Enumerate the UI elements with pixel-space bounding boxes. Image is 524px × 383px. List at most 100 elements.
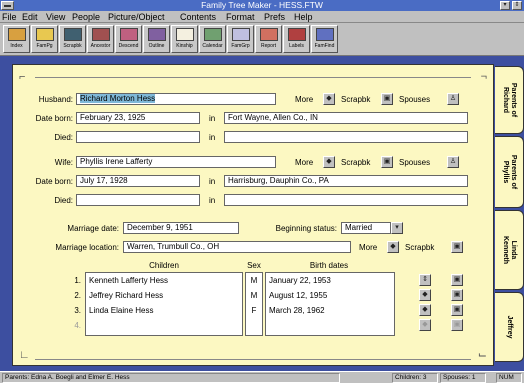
toolbar-index-button[interactable]: Index — [3, 25, 30, 53]
child-sex[interactable]: M — [245, 291, 263, 301]
toolbar-outline-button[interactable]: Outline — [143, 25, 170, 53]
status-bar: Parents: Edna A. Boegli and Elmer E. Hes… — [0, 371, 524, 383]
status-dropdown-button[interactable]: ▾ — [391, 222, 403, 234]
tab-children-kenneth-linda[interactable]: Linda Kenneth — [495, 210, 524, 290]
child-sex[interactable]: F — [245, 306, 263, 316]
toolbar-label: Descend — [118, 43, 139, 49]
wife-date-born-field[interactable]: July 17, 1928 — [76, 175, 200, 187]
marriage-location-field[interactable]: Warren, Trumbull Co., OH — [123, 241, 351, 253]
child-sex[interactable]: M — [245, 276, 263, 286]
wife-name-field[interactable]: Phyllis Irene Lafferty — [76, 156, 276, 168]
husband-name-field[interactable]: Richard Morton Hess — [76, 93, 276, 105]
tab-parents-of-richard[interactable]: Parents of Richard — [495, 66, 524, 134]
minimize-button[interactable]: ▾ — [500, 1, 510, 10]
menu-prefs[interactable]: Prefs — [264, 11, 285, 23]
toolbar-labels-button[interactable]: Labels — [283, 25, 310, 53]
husband-scrapbk-button[interactable]: ▣ — [381, 93, 393, 105]
child-row-number: 3. — [74, 306, 81, 315]
wife-died-in-label: in — [209, 196, 216, 205]
child-more-button[interactable]: ◆ — [419, 289, 431, 301]
wife-died-place-field[interactable] — [224, 194, 468, 206]
corner-ornament-icon: ¬ — [480, 71, 487, 83]
scrapbook-icon: ▣ — [453, 321, 461, 328]
toolbar-report-button[interactable]: Report — [255, 25, 282, 53]
toolbar-label: FamFind — [314, 43, 335, 49]
toolbar-famfind-button[interactable]: FamFind — [311, 25, 338, 53]
toolbar-calendar-button[interactable]: Calendar — [199, 25, 226, 53]
outline-icon — [147, 28, 166, 41]
tab-label: Linda Kenneth — [502, 236, 517, 264]
husband-died-date-field[interactable] — [76, 131, 200, 143]
wife-in-label: in — [209, 177, 216, 186]
child-scrapbk-button[interactable]: ▣ — [451, 304, 463, 316]
husband-birth-place-field[interactable]: Fort Wayne, Allen Co., IN — [224, 112, 468, 124]
husband-birth-place-value: Fort Wayne, Allen Co., IN — [228, 113, 318, 122]
child-more-button[interactable]: ◆ — [419, 304, 431, 316]
child-move-up-button[interactable]: ⇕ — [419, 274, 431, 286]
menu-picture-object[interactable]: Picture/Object — [108, 11, 165, 23]
report-icon — [259, 28, 278, 41]
toolbar-descend-button[interactable]: Descend — [115, 25, 142, 53]
marriage-more-button[interactable]: ◆ — [387, 241, 399, 253]
toolbar-fampg-button[interactable]: FamPg — [31, 25, 58, 53]
restore-button[interactable]: ⇕ — [512, 1, 522, 10]
status-spouses-count: Spouses: 1 — [440, 373, 486, 383]
toolbar-label: Calendar — [202, 43, 223, 49]
child-birth-date[interactable]: January 22, 1953 — [269, 276, 331, 286]
child-scrapbk-button[interactable]: ▣ — [451, 274, 463, 286]
toolbar-label: FamGrp — [231, 43, 250, 49]
toolbar-ancestor-button[interactable]: Ancestor — [87, 25, 114, 53]
menu-format[interactable]: Format — [226, 11, 255, 23]
menu-people[interactable]: People — [72, 11, 100, 23]
marriage-location-label: Marriage location: — [55, 243, 119, 252]
scrapbook-icon: ▣ — [453, 243, 461, 250]
toolbar-label: Labels — [289, 43, 304, 49]
ancestor-tree-icon — [91, 28, 110, 41]
window-title: Family Tree Maker - HESS.FTW — [201, 0, 323, 10]
wife-birth-place-field[interactable]: Harrisburg, Dauphin Co., PA — [224, 175, 468, 187]
toolbar-kinship-button[interactable]: Kinship — [171, 25, 198, 53]
status-parents: Parents: Edna A. Boegli and Elmer E. Hes… — [2, 373, 340, 383]
wife-died-label: Died: — [54, 196, 73, 205]
scrapbook-icon: ▣ — [383, 95, 391, 102]
husband-more-button[interactable]: ◆ — [323, 93, 335, 105]
toolbar-label: Report — [260, 43, 276, 49]
tab-parents-of-phyllis[interactable]: Parents of Phyllis — [495, 136, 524, 208]
wife-scrapbk-button[interactable]: ▣ — [381, 156, 393, 168]
menu-edit[interactable]: Edit — [22, 11, 38, 23]
toolbar-label: Outline — [148, 43, 165, 49]
husband-date-born-field[interactable]: February 23, 1925 — [76, 112, 200, 124]
tab-child-jeffrey[interactable]: Jeffrey — [495, 292, 524, 362]
wife-died-date-field[interactable] — [76, 194, 200, 206]
diamond-icon: ◆ — [326, 158, 332, 165]
child-name[interactable]: Jeffrey Richard Hess — [89, 291, 163, 301]
husband-died-in-label: in — [209, 133, 216, 142]
child-scrapbk-button[interactable]: ▣ — [451, 289, 463, 301]
child-birth-date[interactable]: August 12, 1955 — [269, 291, 327, 301]
toolbar-famgrp-button[interactable]: FamGrp — [227, 25, 254, 53]
menu-help[interactable]: Help — [294, 11, 313, 23]
index-icon — [7, 28, 26, 41]
marriage-scrapbk-button[interactable]: ▣ — [451, 241, 463, 253]
corner-ornament-icon: ⌙ — [477, 349, 487, 361]
status-children-count: Children: 3 — [392, 373, 438, 383]
husband-died-place-field[interactable] — [224, 131, 468, 143]
child-name[interactable]: Kenneth Lafferty Hess — [89, 276, 168, 286]
menu-view[interactable]: View — [46, 11, 65, 23]
husband-died-label: Died: — [54, 133, 73, 142]
child-name[interactable]: Linda Elaine Hess — [89, 306, 153, 316]
birth-dates-column-header: Birth dates — [309, 261, 349, 270]
marriage-date-field[interactable]: December 9, 1951 — [123, 222, 239, 234]
wife-spouses-label: Spouses — [399, 158, 431, 167]
husband-spouses-button[interactable]: ♙ — [447, 93, 459, 105]
beginning-status-select[interactable]: Married — [341, 222, 391, 234]
wife-more-button[interactable]: ◆ — [323, 156, 335, 168]
menu-contents[interactable]: Contents — [180, 11, 216, 23]
menu-file[interactable]: File — [2, 11, 17, 23]
child-birth-date[interactable]: March 28, 1962 — [269, 306, 325, 316]
child-row-number: 4. — [74, 321, 81, 330]
kinship-icon — [175, 28, 194, 41]
wife-spouses-button[interactable]: ♙ — [447, 156, 459, 168]
wife-date-born-label: Date born: — [35, 177, 73, 186]
toolbar-scrapbk-button[interactable]: Scrapbk — [59, 25, 86, 53]
